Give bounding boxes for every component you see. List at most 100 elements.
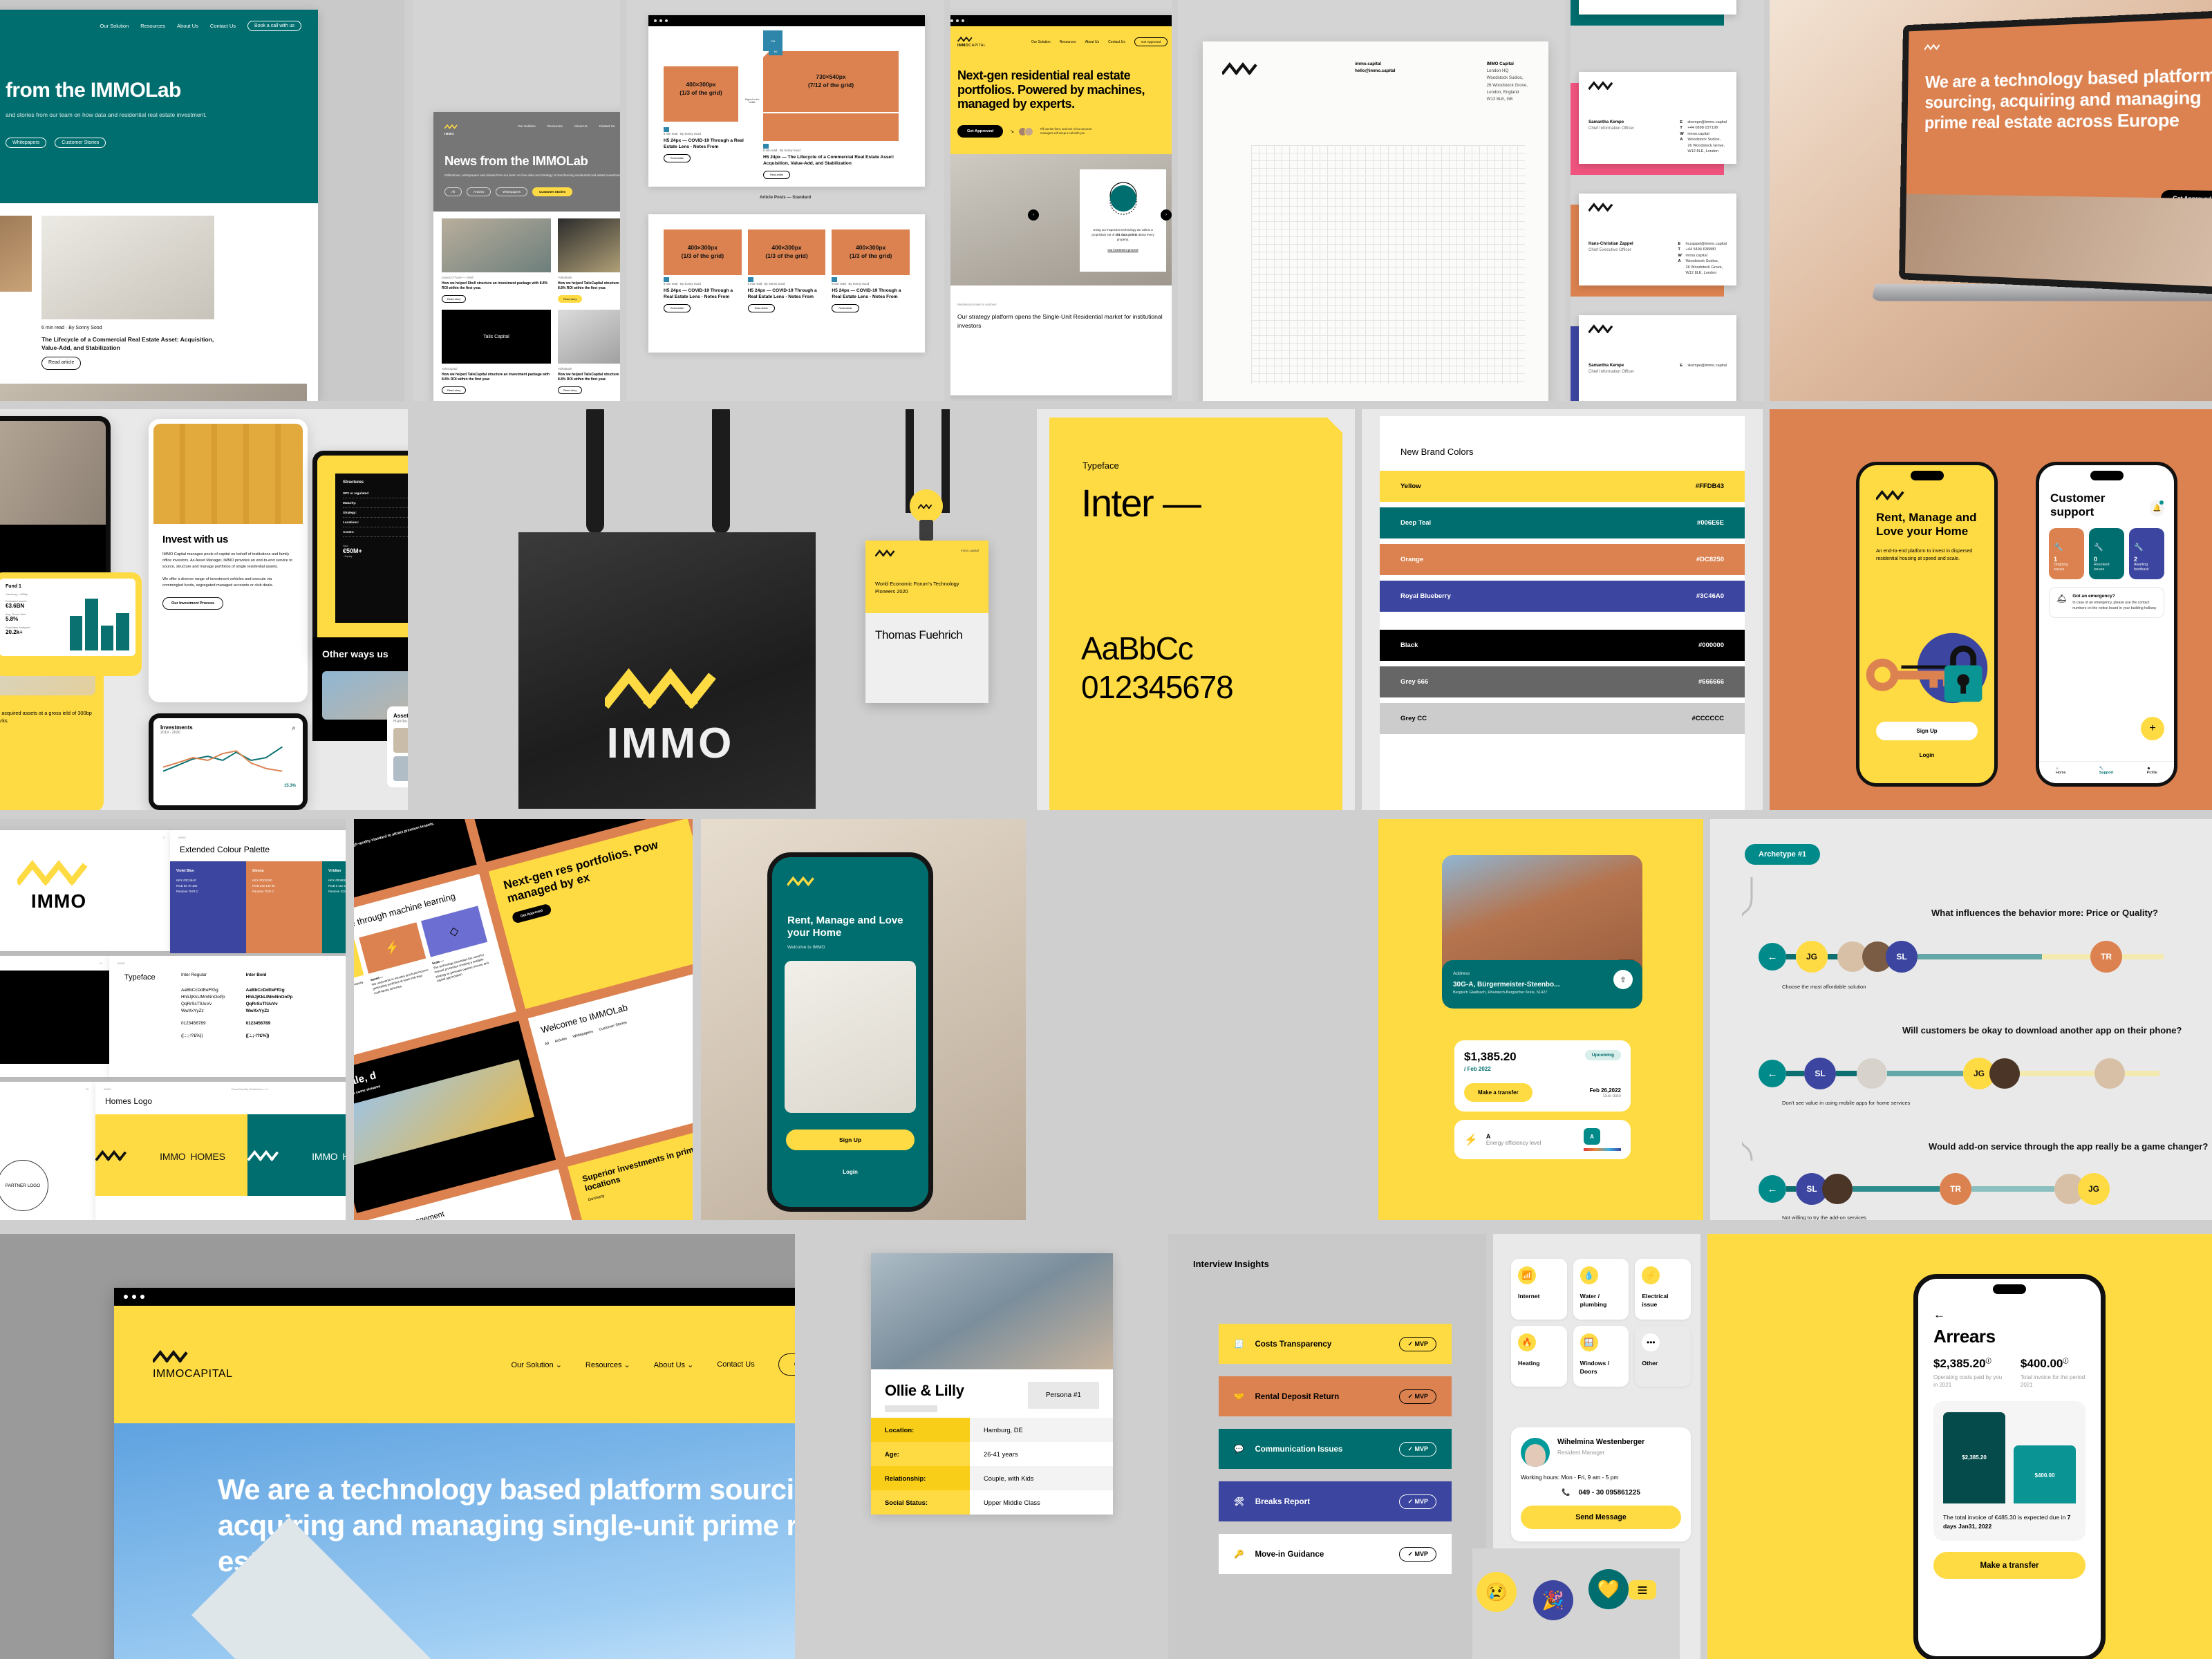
issue-other[interactable]: ••• Other [1635,1326,1691,1387]
stat-ongoing[interactable]: 🔧 1 Ongoing issues [2049,528,2084,579]
nav-item[interactable]: Resources [547,124,563,128]
read-story-button[interactable]: Read story [558,295,582,303]
read-story-button[interactable]: Read story [442,295,466,303]
insight-rental-deposit-return[interactable]: 🤝 Rental Deposit Return ✓ MVP [1219,1376,1452,1416]
journey-chip-tr[interactable]: TR [2090,941,2122,973]
get-approved-button[interactable]: Get Approved [957,125,1003,138]
read-story-button[interactable]: Read story [442,386,466,394]
story-card[interactable]: VolksBank How we helped TalisCapital str… [558,310,620,395]
color-swatch-deep-teal: Deep Teal #006E6E [1380,507,1745,538]
nav-item[interactable]: Contact Us [599,124,615,128]
nav-item[interactable]: Our Solution [100,23,129,29]
onboarding-title: Rent, Manage and Love your Home [1859,511,1994,539]
reaction-celebrate-icon[interactable]: 🎉 [1533,1580,1573,1620]
read-article-button[interactable]: Read article [664,304,691,312]
stat-resolved[interactable]: 🔧 0 Resolved issues [2089,528,2124,579]
get-approved-button[interactable]: Get Approved [1134,37,1168,46]
journey-back-button[interactable]: ← [1759,1060,1786,1087]
nav-item[interactable]: About Us [574,124,588,128]
read-story-button[interactable]: Read story [558,386,582,394]
article-card[interactable]: 6 min read · By Sonny Sood The Lifecycle… [41,216,214,370]
investment-process-link[interactable]: Our investment process [1087,248,1159,252]
issue-water-plumbing[interactable]: 💧 Water / plumbing [1573,1259,1629,1320]
article-card[interactable]: a Real Estate the Field [0,216,32,370]
book-call-button[interactable]: Book a call with us [247,21,301,31]
story-card[interactable]: Talis Capital TalisCapital How we helped… [442,310,551,395]
tab-support[interactable]: 🔧 Support [2099,767,2114,775]
nav-item[interactable]: About Us [177,23,198,29]
tab-profile[interactable]: ☻ Profile [2147,767,2157,775]
nav-item[interactable]: Our Solution [1031,40,1051,44]
signup-button[interactable]: Sign Up [786,1130,915,1150]
journey-chip-tr[interactable]: TR [1940,1173,1971,1205]
issue-windows-doors[interactable]: 🪟 Windows / Doors [1573,1326,1629,1387]
reaction-sad-icon[interactable]: 😢 [1477,1572,1517,1612]
investments-range: 2019 - 2020 [160,731,193,735]
filter-all[interactable]: All [444,187,462,196]
make-transfer-button[interactable]: Make a transfer [1933,1552,2086,1579]
nav-item[interactable]: About Us [1085,40,1100,44]
make-transfer-button[interactable]: Make a transfer [1464,1083,1533,1102]
journey-chip-jg[interactable]: JG [2078,1173,2110,1205]
reaction-menu-icon[interactable]: ≡ [1629,1580,1656,1600]
read-article-button[interactable]: Read article [664,154,691,162]
tab-whitepapers[interactable]: Whitepapers [6,138,46,148]
login-link[interactable]: Login [772,1169,928,1175]
carousel-prev-button[interactable]: ‹ [1028,209,1039,221]
issue-internet[interactable]: 📶 Internet [1511,1259,1567,1320]
stat-awaiting[interactable]: 🔧 2 Awaiting feedback [2129,528,2164,579]
login-link[interactable]: Login [1859,752,1994,758]
journey-chip-sl[interactable]: SL [1804,1058,1836,1089]
badge-reel [910,489,943,523]
nav-item[interactable]: Resources [140,23,165,29]
nav-item[interactable]: Contact Us [210,23,236,29]
send-message-button[interactable]: Send Message [1521,1506,1681,1529]
invest-p1: IMMO Capital manages pools of capital on… [162,552,294,570]
read-article-button[interactable]: Read article [763,171,790,179]
signup-button[interactable]: Sign Up [1876,722,1978,740]
site-logo[interactable]: IMMOCAPITAL [153,1349,233,1380]
filter-whitepapers[interactable]: Whitepapers [496,187,527,196]
insight-communication-issues[interactable]: 💬 Communication Issues ✓ MVP [1219,1429,1452,1469]
journey-chip-sl[interactable]: SL [1886,941,1918,973]
immolab-topnav[interactable]: Our Solution Resources About Us Contact … [100,21,301,31]
read-article-button[interactable]: Read article [748,304,775,312]
issue-electrical[interactable]: ⚡ Electrical issue [1635,1259,1691,1320]
insight-costs-transparency[interactable]: 🧾 Costs Transparency ✓ MVP [1219,1324,1452,1364]
nav-item[interactable]: Our Solution [518,124,536,128]
filter-customer-stories[interactable]: Customer Stories [532,187,572,196]
story-card[interactable]: VolksBank How we helped TalisCapital str… [558,218,620,303]
journey-back-button[interactable]: ← [1759,943,1786,971]
add-issue-button[interactable]: + [2141,717,2164,740]
issue-heating[interactable]: 🔥 Heating [1511,1326,1567,1387]
tile-persona: Ollie & Lilly Persona #1 Location: Hambur… [802,1234,1161,1659]
share-icon[interactable]: ⇧ [1613,970,1633,989]
tab-home[interactable]: ⌂ Home [2056,767,2065,775]
notifications-bell-icon[interactable]: 🔔 [2150,500,2164,516]
story-card[interactable]: James O'Toole — Shell How we helped Shel… [442,218,551,303]
get-approved-nav-button[interactable]: Get Approved [778,1353,795,1376]
insight-move-in-guidance[interactable]: 🔑 Move-in Guidance ✓ MVP [1219,1534,1452,1574]
portfolio-mosaic: Our Solution Resources About Us Contact … [0,0,2212,1659]
nav-item-contact-us[interactable]: Contact Us [717,1360,754,1369]
story-thumb [442,218,551,272]
carousel-next-button[interactable]: › [1161,209,1172,221]
journey-back-button[interactable]: ← [1759,1175,1786,1203]
reaction-heart-icon[interactable]: 💛 [1588,1569,1629,1609]
get-approved-button[interactable]: Get Approved [512,903,552,924]
search-icon[interactable]: ⌕ [292,724,296,732]
read-article-button[interactable]: Read article [832,304,859,312]
info-icon[interactable]: ⓘ [2063,1358,2068,1364]
investment-process-button[interactable]: Our Investment Process [162,597,223,610]
filter-articles[interactable]: Articles [467,187,491,196]
nav-item[interactable]: Resources [1060,40,1076,44]
journey-chip-jg[interactable]: JG [1796,941,1828,973]
read-article-button[interactable]: Read article [41,357,81,370]
tab-customer-stories[interactable]: Customer Stories [55,138,106,148]
nav-item-resources[interactable]: Resources ⌄ [585,1360,630,1369]
info-icon[interactable]: ⓘ [1986,1358,1991,1364]
insight-breaks-report[interactable]: 🛠 Breaks Report ✓ MVP [1219,1481,1452,1521]
nav-item-about-us[interactable]: About Us ⌄ [654,1360,694,1369]
nav-item[interactable]: Contact Us [1108,40,1125,44]
nav-item-our-solution[interactable]: Our Solution ⌄ [511,1360,561,1369]
